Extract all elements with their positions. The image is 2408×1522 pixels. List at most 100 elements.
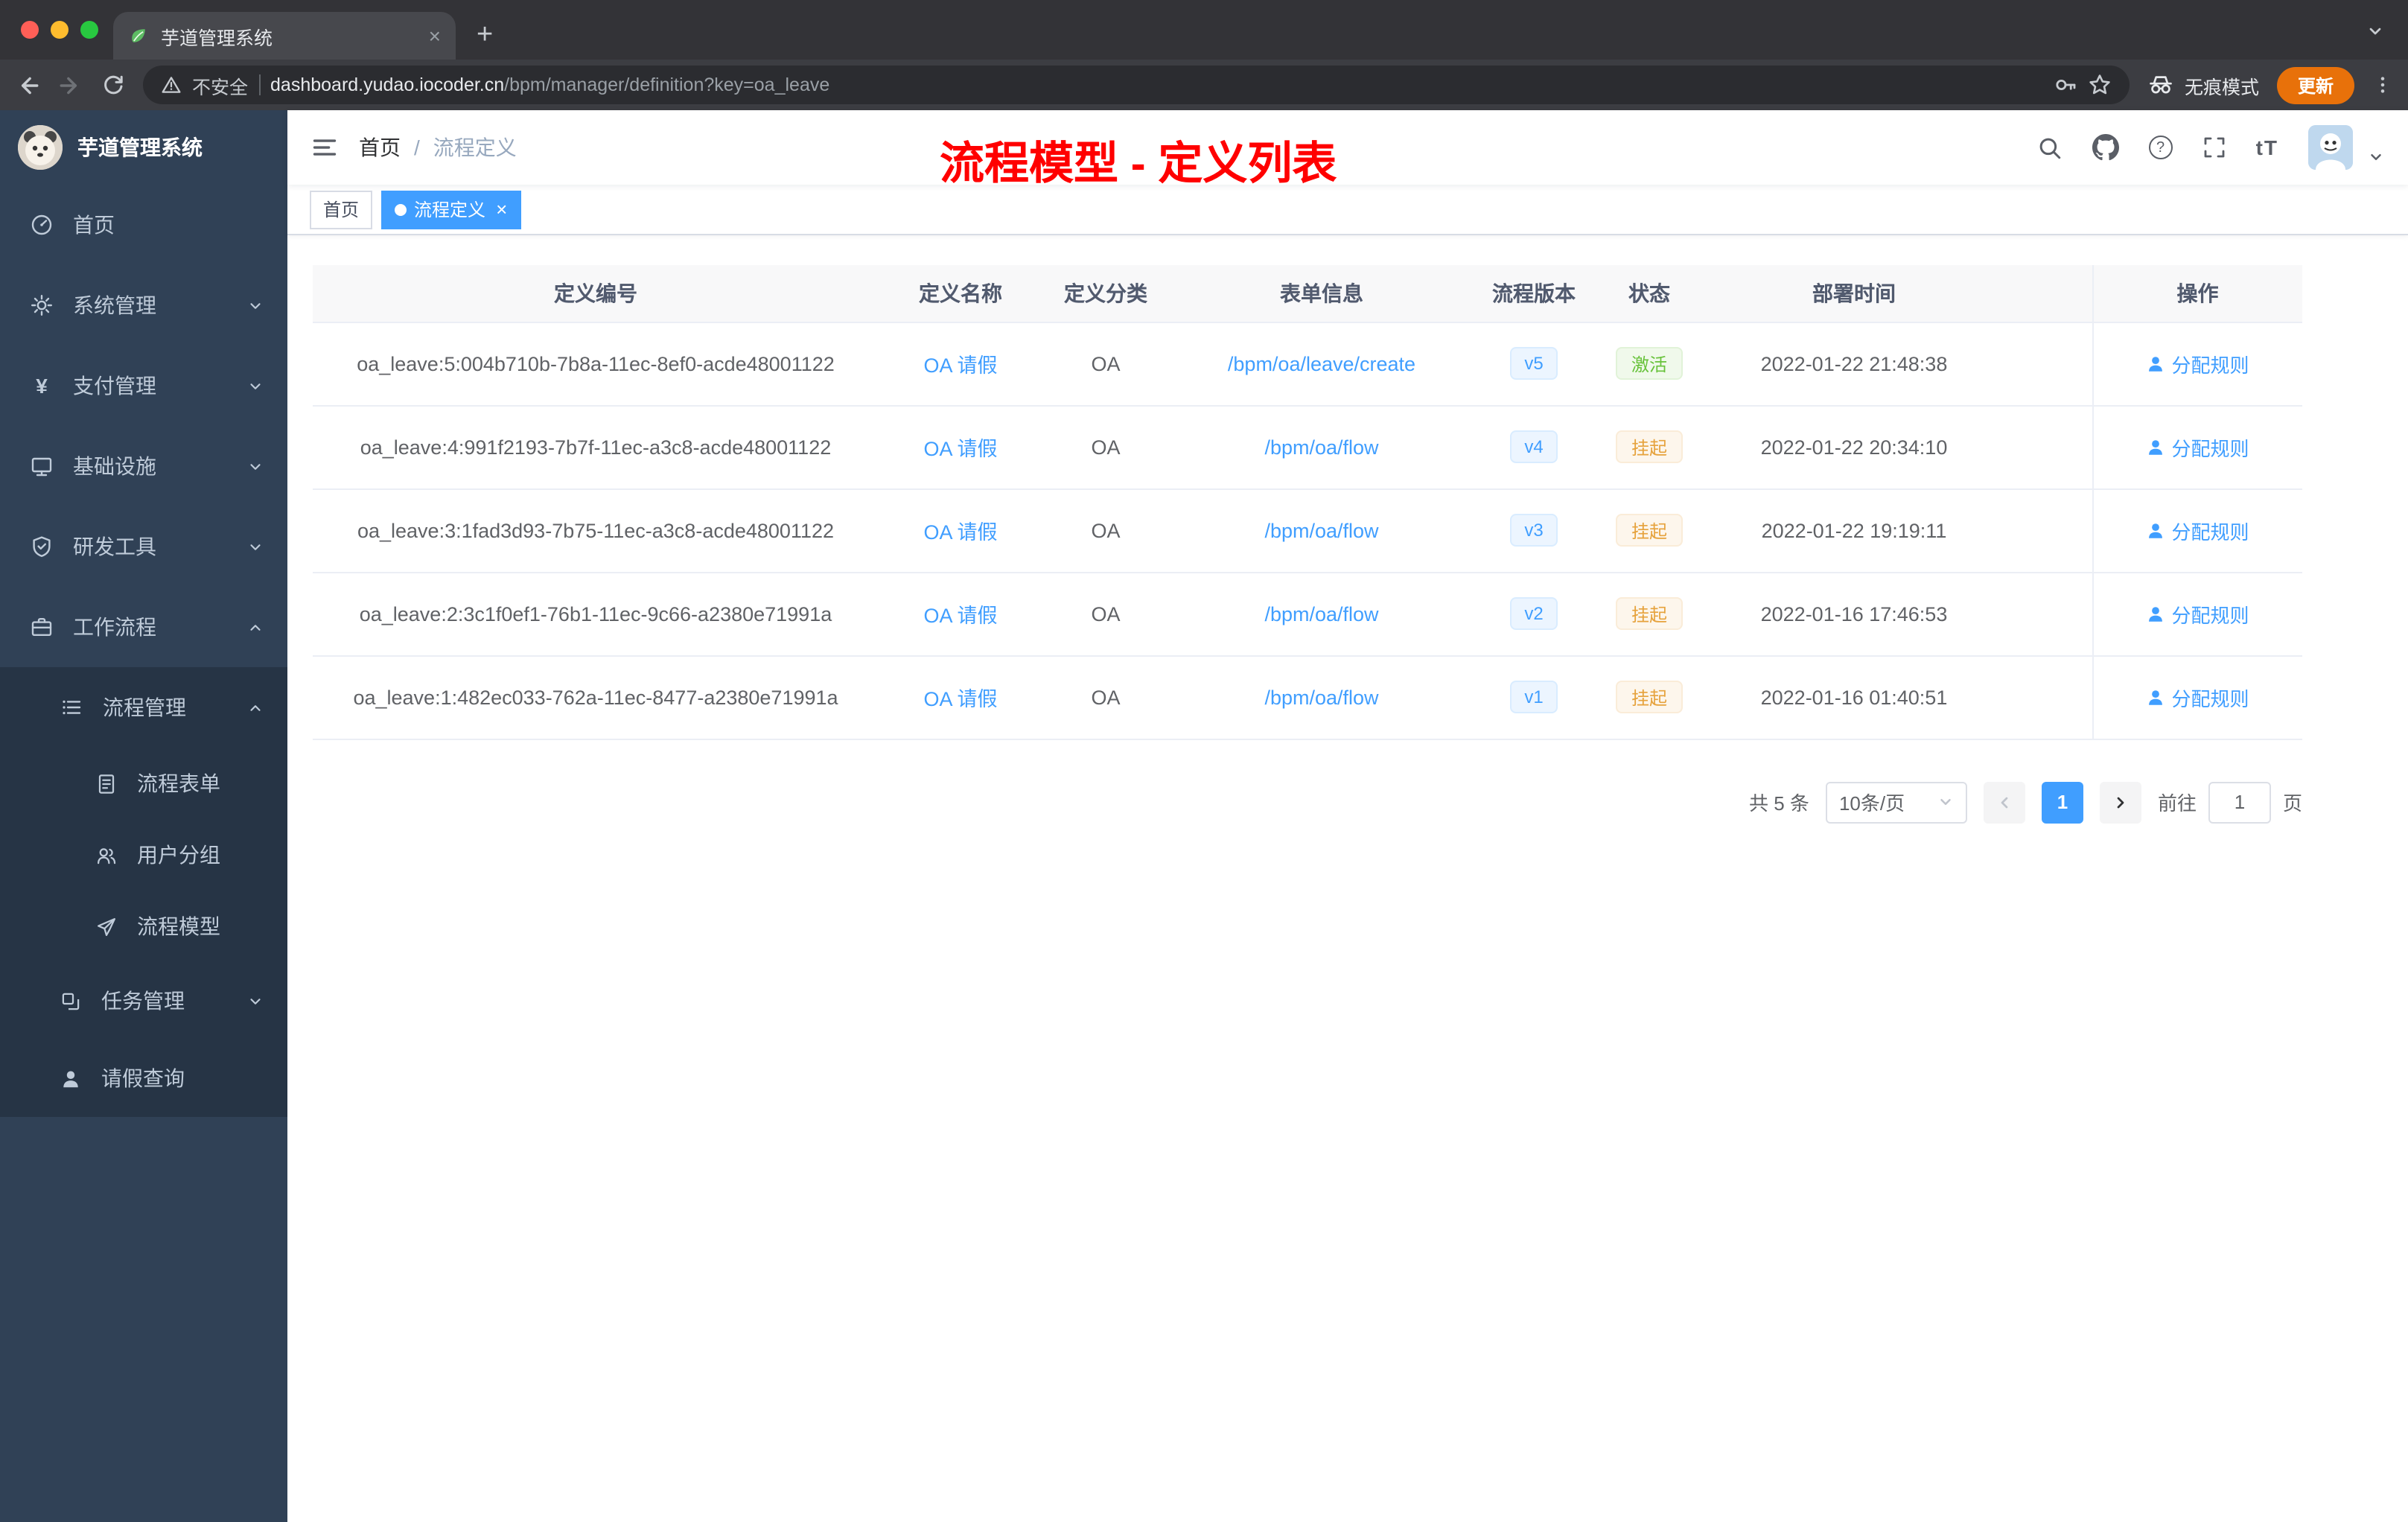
form-link[interactable]: /bpm/oa/flow: [1264, 436, 1378, 458]
col-header-filler: [2003, 265, 2092, 322]
cell-filler: [2003, 322, 2092, 406]
goto-page-input[interactable]: [2208, 781, 2271, 823]
tab-close-icon[interactable]: ×: [429, 25, 441, 46]
assign-rule-button[interactable]: 分配规则: [2146, 349, 2249, 378]
page-size-select[interactable]: 10条/页: [1825, 781, 1967, 823]
browser-tab-strip: 芋道管理系统 × +: [0, 0, 2408, 60]
annotation-title: 流程模型 - 定义列表: [940, 140, 1337, 189]
sidebar-item-system[interactable]: 系统管理: [0, 265, 287, 346]
sidebar-item-process-model[interactable]: 流程模型: [0, 891, 287, 962]
address-bar[interactable]: 不安全 dashboard.yudao.iocoder.cn/bpm/manag…: [143, 66, 2130, 104]
col-header-category: 定义分类: [1042, 265, 1169, 322]
sidebar-item-user-group[interactable]: 用户分组: [0, 819, 287, 891]
url-text[interactable]: dashboard.yudao.iocoder.cn/bpm/manager/d…: [270, 74, 829, 95]
prev-page-button[interactable]: [1983, 781, 2025, 823]
new-tab-button[interactable]: +: [477, 21, 493, 49]
cell-filler: [2003, 655, 2092, 739]
browser-tab[interactable]: 芋道管理系统 ×: [113, 12, 456, 60]
page-number-button[interactable]: 1: [2041, 781, 2083, 823]
sidebar-item-process-mgmt[interactable]: 流程管理: [0, 667, 287, 748]
status-badge[interactable]: 挂起: [1616, 681, 1682, 713]
page-content: 定义编号 定义名称 定义分类 表单信息 流程版本 状态 部署时间 操作 oa_l…: [287, 235, 2408, 1522]
status-badge[interactable]: 挂起: [1616, 430, 1682, 463]
cell-id: oa_leave:3:1fad3d93-7b75-11ec-a3c8-acde4…: [313, 488, 879, 573]
sidebar-item-task-mgmt[interactable]: 任务管理: [0, 962, 287, 1039]
status-badge[interactable]: 挂起: [1616, 597, 1682, 630]
definition-name-link[interactable]: OA 请假: [923, 688, 997, 710]
definition-name-link[interactable]: OA 请假: [923, 354, 997, 377]
assign-rule-button[interactable]: 分配规则: [2146, 683, 2249, 711]
col-header-status: 状态: [1593, 265, 1705, 322]
sidebar-item-label: 任务管理: [101, 989, 185, 1013]
search-icon[interactable]: [2037, 135, 2063, 160]
font-size-icon[interactable]: tT: [2256, 136, 2278, 159]
col-header-name: 定义名称: [879, 265, 1042, 322]
definition-name-link[interactable]: OA 请假: [923, 438, 997, 460]
goto-label: 前往: [2157, 792, 2197, 815]
sidebar-item-infrastructure[interactable]: 基础设施: [0, 426, 287, 506]
next-page-button[interactable]: [2099, 781, 2141, 823]
back-icon[interactable]: [15, 72, 40, 98]
tag-process-definition[interactable]: 流程定义 ×: [381, 190, 521, 229]
url-divider: [258, 74, 261, 95]
password-key-icon[interactable]: [2054, 73, 2077, 97]
dashboard-icon: [31, 214, 52, 235]
status-badge[interactable]: 挂起: [1616, 514, 1682, 547]
help-icon[interactable]: ?: [2148, 136, 2173, 159]
definition-table: 定义编号 定义名称 定义分类 表单信息 流程版本 状态 部署时间 操作 oa_l…: [313, 265, 2302, 739]
bookmark-star-icon[interactable]: [2088, 73, 2112, 97]
github-icon[interactable]: [2092, 134, 2119, 161]
sidebar-item-home[interactable]: 首页: [0, 185, 287, 265]
close-window-button[interactable]: [21, 21, 39, 39]
sidebar-item-workflow[interactable]: 工作流程: [0, 587, 287, 667]
sidebar-item-devtools[interactable]: 研发工具: [0, 506, 287, 587]
shield-icon: [33, 536, 51, 557]
fullscreen-icon[interactable]: [2202, 136, 2226, 159]
chevron-down-icon: [1940, 799, 1951, 805]
form-link[interactable]: /bpm/oa/flow: [1264, 602, 1378, 625]
minimize-window-button[interactable]: [51, 21, 69, 39]
sidebar-item-payment[interactable]: ¥ 支付管理: [0, 346, 287, 426]
hamburger-icon[interactable]: [311, 134, 338, 161]
sidebar-item-leave-query[interactable]: 请假查询: [0, 1039, 287, 1117]
form-link[interactable]: /bpm/oa/leave/create: [1228, 352, 1415, 375]
tag-close-icon[interactable]: ×: [496, 200, 507, 219]
chevron-right-icon: [2117, 796, 2124, 808]
cell-id: oa_leave:5:004b710b-7b8a-11ec-8ef0-acde4…: [313, 322, 879, 406]
browser-update-button[interactable]: 更新: [2276, 66, 2354, 104]
main-area: 流程模型 - 定义列表 首页 / 流程定义 ? tT 首页 流程定义 × 定义编…: [287, 110, 2408, 1522]
form-link[interactable]: /bpm/oa/flow: [1264, 519, 1378, 541]
col-header-version: 流程版本: [1474, 265, 1593, 322]
security-label[interactable]: 不安全: [192, 71, 248, 99]
sidebar-item-label: 支付管理: [73, 374, 156, 398]
sidebar: 芋道管理系统 首页 系统管理 ¥ 支付管理 基础设施 研发工具 工作流程 流程管…: [0, 110, 287, 1522]
refresh-icon[interactable]: [101, 73, 125, 97]
assign-rule-button[interactable]: 分配规则: [2146, 516, 2249, 544]
definition-name-link[interactable]: OA 请假: [923, 605, 997, 627]
sidebar-logo[interactable]: 芋道管理系统: [0, 110, 287, 185]
status-badge[interactable]: 激活: [1616, 347, 1682, 380]
definition-name-link[interactable]: OA 请假: [923, 521, 997, 544]
form-link[interactable]: /bpm/oa/flow: [1264, 686, 1378, 708]
zoom-window-button[interactable]: [80, 21, 98, 39]
avatar-caret-icon[interactable]: [2368, 148, 2384, 165]
breadcrumb-home[interactable]: 首页: [359, 133, 401, 162]
browser-menu-icon[interactable]: [2372, 73, 2393, 97]
sidebar-item-label: 系统管理: [73, 293, 156, 317]
user-icon: [2149, 523, 2163, 538]
assign-rule-button[interactable]: 分配规则: [2146, 433, 2249, 461]
table-row: oa_leave:1:482ec033-762a-11ec-8477-a2380…: [313, 655, 2302, 739]
sidebar-item-process-form[interactable]: 流程表单: [0, 748, 287, 819]
user-avatar[interactable]: [2308, 125, 2353, 170]
assign-rule-button[interactable]: 分配规则: [2146, 599, 2249, 628]
cell-deploy-time: 2022-01-16 17:46:53: [1705, 572, 2003, 656]
table-row: oa_leave:4:991f2193-7b7f-11ec-a3c8-acde4…: [313, 405, 2302, 489]
cell-id: oa_leave:4:991f2193-7b7f-11ec-a3c8-acde4…: [313, 405, 879, 489]
tab-search-chevron-icon[interactable]: [2366, 22, 2384, 40]
forward-icon[interactable]: [58, 72, 83, 98]
tag-home[interactable]: 首页: [310, 190, 373, 229]
incognito-label: 无痕模式: [2184, 77, 2259, 98]
sidebar-item-label: 研发工具: [73, 535, 156, 558]
cell-deploy-time: 2022-01-22 20:34:10: [1705, 405, 2003, 489]
goto-page: 前往 页: [2158, 781, 2302, 823]
